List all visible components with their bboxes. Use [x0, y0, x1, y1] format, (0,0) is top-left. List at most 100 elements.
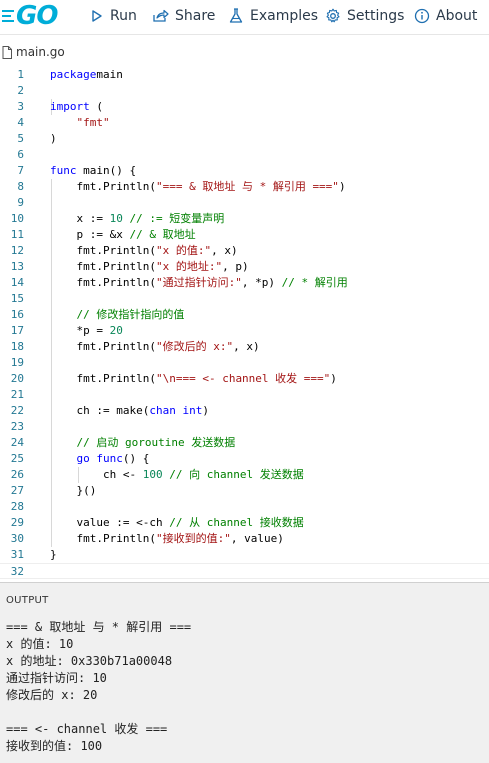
code-line[interactable]: 11 p := &x // & 取地址 [0, 227, 489, 243]
code-line[interactable]: 21 [0, 387, 489, 403]
code-line[interactable]: 24 // 启动 goroutine 发送数据 [0, 435, 489, 451]
code-line[interactable]: 29 value := <-ch // 从 channel 接收数据 [0, 515, 489, 531]
code-token: package [50, 68, 97, 81]
code-line[interactable]: 22 ch := make(chan int) [0, 403, 489, 419]
line-number: 21 [10, 388, 24, 401]
output-line: 通过指针访问: 10 [6, 671, 107, 685]
code-text: import ( [50, 99, 103, 115]
code-line[interactable]: 4 "fmt" [0, 115, 489, 131]
code-token: 20 [109, 324, 123, 337]
line-number: 23 [10, 420, 24, 433]
code-text: x := 10 // := 短变量声明 [50, 211, 224, 227]
code-line[interactable]: 5) [0, 131, 489, 147]
file-icon [2, 46, 12, 59]
code-text: ch := make(chan int) [50, 403, 208, 419]
about-label: About [436, 8, 478, 24]
code-token: "x 的值:" [155, 244, 212, 257]
code-token: fmt.Println( [50, 244, 156, 257]
output-line: === <- channel 收发 === [6, 722, 168, 736]
code-token: 10 [109, 212, 123, 225]
code-line[interactable]: 10 x := 10 // := 短变量声明 [0, 211, 489, 227]
code-editor[interactable]: 1 packagemain 2 3 import (4 "fmt" 5) 6 7 func ma… [0, 67, 489, 579]
code-line[interactable]: 6 [0, 147, 489, 163]
line-number: 24 [10, 436, 24, 449]
output-line: x 的地址: 0x330b71a00048 [6, 654, 173, 668]
code-line[interactable]: 27 }() [0, 483, 489, 499]
line-number: 19 [10, 356, 24, 369]
code-line[interactable]: 23 [0, 419, 489, 435]
code-token: 100 [142, 468, 163, 481]
code-line[interactable]: 13 fmt.Println("x 的地址:", p) [0, 259, 489, 275]
code-token: go [76, 452, 90, 465]
about-button[interactable]: About [414, 0, 477, 32]
code-line[interactable]: 25 go func() { [0, 451, 489, 467]
share-button[interactable]: Share [152, 0, 215, 32]
code-text: fmt.Println("接收到的值:", value) [50, 531, 284, 547]
code-line[interactable]: 32 [0, 563, 489, 579]
code-token: func [50, 164, 77, 177]
code-text: }() [50, 483, 96, 499]
line-number: 11 [10, 228, 24, 241]
code-token: "x 的地址:" [155, 260, 223, 273]
output-line: x 的值: 10 [6, 637, 74, 651]
file-name: main.go [16, 45, 65, 59]
logo-text: GO [16, 1, 58, 31]
code-token: fmt.Println( [50, 340, 156, 353]
code-line[interactable]: 26 ch <- 100 // 向 channel 发送数据 [0, 467, 489, 483]
code-token: , value) [230, 532, 284, 545]
code-token: chan [149, 404, 176, 417]
code-token: // 向 channel 发送数据 [169, 468, 304, 481]
code-line[interactable]: 15 [0, 291, 489, 307]
code-text: func main() { [50, 163, 136, 179]
output-line: 修改后的 x: 20 [6, 688, 98, 702]
play-icon [92, 10, 102, 22]
code-line[interactable]: 28 [0, 499, 489, 515]
code-token: ) [50, 132, 57, 145]
line-number: 2 [17, 84, 24, 97]
output-text: === & 取地址 与 * 解引用 === x 的值: 10 x 的地址: 0x33… [6, 619, 191, 755]
line-number: 31 [10, 548, 24, 561]
code-line[interactable]: 8 fmt.Println("=== & 取地址 与 * 解引用 ===") [0, 179, 489, 195]
line-number: 9 [17, 196, 24, 209]
code-token: // 修改指针指向的值 [76, 308, 185, 321]
code-line[interactable]: 20 fmt.Println("\n=== <- channel 收发 ==="… [0, 371, 489, 387]
go-logo[interactable]: GO [2, 1, 58, 31]
code-token: // 从 channel 接收数据 [169, 516, 304, 529]
settings-button[interactable]: Settings [325, 0, 404, 32]
code-text: } [50, 547, 57, 563]
code-line[interactable]: 2 [0, 83, 489, 99]
code-token: "通过指针访问:" [155, 276, 242, 289]
code-text: fmt.Println("x 的值:", x) [50, 243, 238, 259]
code-token: fmt.Println( [50, 276, 156, 289]
code-line[interactable]: 30 fmt.Println("接收到的值:", value) [0, 531, 489, 547]
code-line[interactable]: 1 packagemain [0, 67, 489, 83]
code-line[interactable]: 17 *p = 20 [0, 323, 489, 339]
code-line[interactable]: 14 fmt.Println("通过指针访问:", *p) // * 解引用 [0, 275, 489, 291]
code-line[interactable]: 12 fmt.Println("x 的值:", x) [0, 243, 489, 259]
code-text: fmt.Println("\n=== <- channel 收发 ===") [50, 371, 336, 387]
code-token: ( [89, 100, 103, 113]
code-line[interactable]: 7 func main() { [0, 163, 489, 179]
run-button[interactable]: Run [90, 0, 137, 32]
code-token: ch <- [50, 468, 143, 481]
output-panel: OUTPUT === & 取地址 与 * 解引用 === x 的值: 10 x 的地… [0, 582, 489, 763]
code-line[interactable]: 16 // 修改指针指向的值 [0, 307, 489, 323]
code-line[interactable]: 3 import ( [0, 99, 489, 115]
code-token: , x) [211, 244, 238, 257]
code-token: } [50, 548, 57, 561]
code-token: fmt.Println( [50, 260, 156, 273]
code-token: p := &x [50, 228, 130, 241]
code-line[interactable]: 18 fmt.Println("修改后的 x:", x) [0, 339, 489, 355]
file-tab[interactable]: main.go [0, 42, 489, 64]
logo-speed-lines [2, 10, 14, 22]
code-line[interactable]: 9 [0, 195, 489, 211]
code-line[interactable]: 31} [0, 547, 489, 563]
code-token: func [96, 452, 123, 465]
code-line[interactable]: 19 [0, 355, 489, 371]
line-number: 25 [10, 452, 24, 465]
line-number: 7 [17, 164, 24, 177]
examples-button[interactable]: Examples [228, 0, 318, 32]
line-number: 32 [10, 565, 24, 578]
